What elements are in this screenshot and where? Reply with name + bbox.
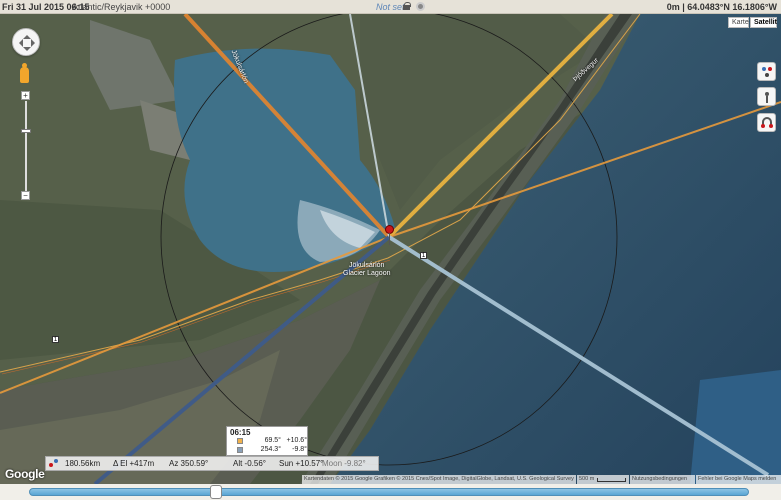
pan-down-icon[interactable]: [23, 47, 31, 55]
markers-toggle-button[interactable]: [757, 62, 776, 81]
zoom-in-button[interactable]: +: [21, 91, 30, 100]
timezone-label: Atlantic/Reykjavik +0000: [72, 2, 171, 12]
time-slider-track[interactable]: [29, 488, 749, 496]
sun-azimuth: 69.5°: [264, 437, 281, 444]
coordinates-label: 0m | 64.0483°N 16.1806°W: [666, 2, 777, 12]
blue-dot-icon: [762, 67, 766, 71]
lagoon-label[interactable]: Jökulsárlón Glacier Lagoon: [343, 262, 390, 278]
zoom-slider-thumb[interactable]: [21, 129, 31, 133]
sun-elevation: +10.6°: [286, 437, 307, 444]
delta-elevation-value: Δ El +417m: [113, 459, 155, 468]
two-pins-icon: [49, 459, 59, 468]
map-type-satellit-button[interactable]: Satellit: [750, 17, 777, 28]
zoom-slider-track[interactable]: [25, 101, 27, 191]
azimuth-value: Az 350.59°: [169, 459, 209, 468]
sun-swatch: [237, 438, 243, 444]
headphones-left-icon: [761, 124, 765, 128]
satellite-map[interactable]: Jökulsárlón Þjóðvegur Jökulsárlón Glacie…: [0, 14, 781, 484]
distance-value: 180.56km: [65, 459, 101, 468]
target-icon[interactable]: [416, 2, 425, 11]
time-slider-thumb[interactable]: [210, 485, 223, 499]
moon-azimuth: 254.3°: [260, 446, 281, 453]
map-imagery: [0, 14, 781, 484]
moon-value: Moon -9.82°: [322, 459, 366, 468]
pin-stem: [766, 96, 768, 103]
headphones-button[interactable]: [757, 113, 776, 132]
popup-row-sun: 69.5° +10.6°: [237, 437, 307, 446]
pin-button[interactable]: [757, 87, 776, 106]
report-error-link[interactable]: Fehler bei Google Maps melden: [696, 475, 781, 484]
red-dot-icon: [768, 67, 772, 71]
top-bar: Fri 31 Jul 2015 06:15 Atlantic/Reykjavik…: [0, 0, 781, 14]
map-attribution: Kartendaten © 2015 Google Grafiken © 201…: [302, 475, 576, 484]
altitude-value: Alt -0.56°: [233, 459, 266, 468]
pan-right-icon[interactable]: [31, 39, 39, 47]
popup-time: 06:15: [230, 428, 251, 437]
moon-elevation: -9.8°: [292, 446, 307, 453]
moon-swatch: [237, 447, 243, 453]
dark-dot-icon: [765, 73, 769, 77]
pan-up-icon[interactable]: [23, 31, 31, 39]
map-type-karte-button[interactable]: Karte: [728, 17, 749, 28]
scale-bar: [597, 478, 626, 482]
headphones-right-icon: [769, 124, 773, 128]
location-status-link[interactable]: Not set: [376, 2, 405, 12]
sun-value: Sun +10.57°: [279, 459, 324, 468]
lock-icon[interactable]: [403, 2, 411, 10]
lagoon-label-line1: Jökulsárlón: [349, 262, 385, 269]
road-number-sign: 1: [420, 252, 427, 259]
pan-left-icon[interactable]: [15, 39, 23, 47]
lagoon-label-line2: Glacier Lagoon: [343, 270, 391, 277]
zoom-out-button[interactable]: −: [21, 191, 30, 200]
time-popup: 06:15 69.5° +10.6° 254.3° -9.8°: [226, 426, 308, 456]
google-logo[interactable]: Google: [5, 467, 45, 481]
geodetics-info-bar: 180.56km Δ El +417m Az 350.59° Alt -0.56…: [45, 456, 379, 471]
popup-row-moon: 254.3° -9.8°: [237, 446, 307, 455]
marker-stem: [389, 233, 390, 245]
road-number-sign-west: 1: [52, 336, 59, 343]
terms-link[interactable]: Nutzungsbedingungen: [630, 475, 695, 484]
pan-control[interactable]: [12, 28, 40, 56]
time-slider-area: [0, 484, 781, 500]
street-view-pegman-icon[interactable]: [20, 63, 29, 83]
